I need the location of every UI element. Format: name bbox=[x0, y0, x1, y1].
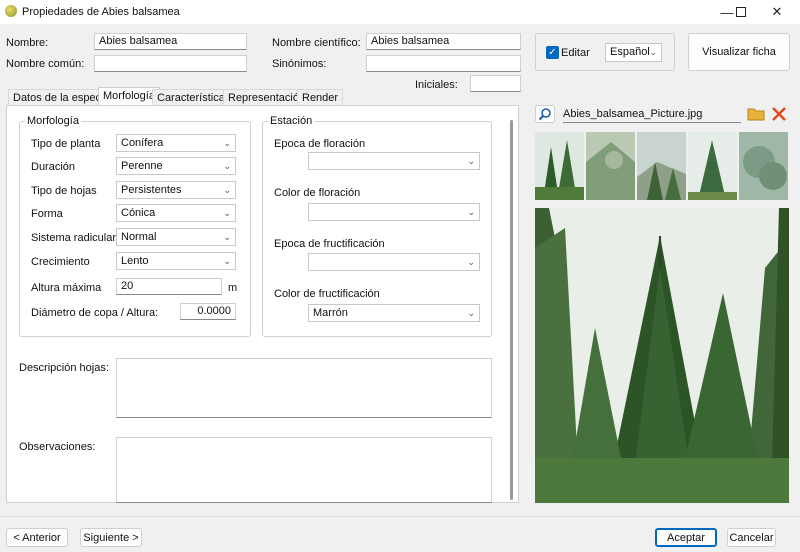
observaciones-label: Observaciones: bbox=[19, 441, 96, 453]
tab-render[interactable]: Render bbox=[297, 89, 344, 105]
chevron-down-icon: ⌄ bbox=[467, 308, 475, 318]
search-icon bbox=[538, 108, 551, 121]
forma-value: Cónica bbox=[121, 207, 156, 219]
forma-select[interactable]: Cónica ⌄ bbox=[116, 204, 236, 222]
diametro-label: Diámetro de copa / Altura: bbox=[31, 307, 159, 319]
delete-picture-button[interactable] bbox=[771, 106, 789, 122]
color-floracion-select[interactable]: ⌄ bbox=[308, 203, 480, 221]
sistema-radicular-value: Normal bbox=[121, 231, 157, 243]
tipo-hojas-value: Persistentes bbox=[121, 184, 182, 196]
chevron-down-icon: ⌄ bbox=[223, 185, 231, 195]
visualizar-ficha-button[interactable]: Visualizar ficha bbox=[688, 33, 790, 71]
tipo-hojas-label: Tipo de hojas bbox=[31, 185, 97, 197]
sinonimos-label: Sinónimos: bbox=[272, 58, 327, 70]
nombre-cientifico-input[interactable]: Abies balsamea bbox=[366, 33, 521, 50]
idioma-value: Español bbox=[610, 46, 650, 58]
editar-checkbox[interactable]: ✓ bbox=[546, 46, 559, 59]
check-icon: ✓ bbox=[548, 47, 557, 58]
crecimiento-value: Lento bbox=[121, 255, 149, 267]
diametro-input[interactable]: 0.0000 bbox=[180, 303, 236, 320]
folder-icon bbox=[747, 108, 765, 121]
tipo-planta-value: Conífera bbox=[121, 137, 164, 149]
duracion-label: Duración bbox=[31, 161, 76, 173]
forma-label: Forma bbox=[31, 208, 63, 220]
close-button[interactable]: ✕ bbox=[760, 0, 794, 24]
picture-filename: Abies_balsamea_Picture.jpg bbox=[563, 108, 741, 123]
color-floracion-label: Color de floración bbox=[274, 187, 361, 199]
app-icon bbox=[5, 5, 17, 17]
maximize-button[interactable] bbox=[724, 0, 758, 24]
thumbnail-2[interactable] bbox=[586, 132, 635, 200]
aceptar-button[interactable]: Aceptar bbox=[655, 528, 717, 547]
chevron-down-icon: ⌄ bbox=[467, 156, 475, 166]
thumbnail-4[interactable] bbox=[688, 132, 737, 200]
tipo-hojas-select[interactable]: Persistentes ⌄ bbox=[116, 181, 236, 199]
descripcion-hojas-label: Descripción hojas: bbox=[19, 362, 109, 374]
chevron-down-icon: ⌄ bbox=[223, 208, 231, 218]
duracion-value: Perenne bbox=[121, 160, 163, 172]
nombre-comun-label: Nombre común: bbox=[6, 58, 85, 70]
siguiente-button[interactable]: Siguiente > bbox=[80, 528, 142, 547]
sistema-radicular-label: Sistema radicular bbox=[31, 232, 116, 244]
open-folder-button[interactable] bbox=[747, 106, 765, 122]
morfologia-group-title: Morfología bbox=[25, 115, 81, 127]
altura-unit: m bbox=[228, 282, 238, 294]
nombre-label: Nombre: bbox=[6, 37, 49, 49]
epoca-floracion-select[interactable]: ⌄ bbox=[308, 152, 480, 170]
sinonimos-input[interactable] bbox=[366, 55, 521, 72]
sistema-radicular-select[interactable]: Normal ⌄ bbox=[116, 228, 236, 246]
iniciales-label: Iniciales: bbox=[415, 79, 458, 91]
window-title: Propiedades de Abies balsamea bbox=[22, 6, 180, 18]
close-icon: ✕ bbox=[771, 4, 783, 19]
idioma-select[interactable]: Español ⌄ bbox=[605, 43, 662, 62]
epoca-floracion-label: Epoca de floración bbox=[274, 138, 366, 150]
nombre-comun-input[interactable] bbox=[94, 55, 247, 72]
tipo-planta-label: Tipo de planta bbox=[31, 138, 101, 150]
chevron-down-icon: ⌄ bbox=[223, 232, 231, 242]
iniciales-input[interactable] bbox=[470, 75, 521, 92]
altura-maxima-input[interactable]: 20 bbox=[116, 278, 222, 295]
epoca-fructificacion-label: Epoca de fructificación bbox=[274, 238, 385, 250]
species-picture bbox=[535, 208, 789, 503]
panel-scrollbar[interactable] bbox=[510, 120, 513, 500]
editar-label: Editar bbox=[561, 47, 590, 59]
chevron-down-icon: ⌄ bbox=[467, 257, 475, 267]
chevron-down-icon: ⌄ bbox=[649, 47, 657, 57]
thumbnail-3[interactable] bbox=[637, 132, 686, 200]
color-fructificacion-select[interactable]: Marrón ⌄ bbox=[308, 304, 480, 322]
tipo-planta-select[interactable]: Conífera ⌄ bbox=[116, 134, 236, 152]
search-picture-button[interactable] bbox=[535, 105, 555, 123]
chevron-down-icon: ⌄ bbox=[467, 207, 475, 217]
crecimiento-select[interactable]: Lento ⌄ bbox=[116, 252, 236, 270]
observaciones-textarea[interactable] bbox=[116, 437, 492, 503]
cancelar-button[interactable]: Cancelar bbox=[727, 528, 776, 547]
altura-maxima-label: Altura máxima bbox=[31, 282, 102, 294]
delete-icon bbox=[772, 107, 786, 121]
tab-morfologia[interactable]: Morfología bbox=[98, 87, 160, 106]
crecimiento-label: Crecimiento bbox=[31, 256, 90, 268]
epoca-fructificacion-select[interactable]: ⌄ bbox=[308, 253, 480, 271]
duracion-select[interactable]: Perenne ⌄ bbox=[116, 157, 236, 175]
chevron-down-icon: ⌄ bbox=[223, 138, 231, 148]
anterior-button[interactable]: < Anterior bbox=[6, 528, 68, 547]
nombre-input[interactable]: Abies balsamea bbox=[94, 33, 247, 50]
descripcion-hojas-textarea[interactable] bbox=[116, 358, 492, 418]
thumbnail-1[interactable] bbox=[535, 132, 584, 200]
color-fructificacion-value: Marrón bbox=[313, 307, 348, 319]
chevron-down-icon: ⌄ bbox=[223, 161, 231, 171]
chevron-down-icon: ⌄ bbox=[223, 256, 231, 266]
color-fructificacion-label: Color de fructificación bbox=[274, 288, 380, 300]
maximize-icon bbox=[736, 7, 746, 17]
nombre-cientifico-label: Nombre científico: bbox=[272, 37, 361, 49]
estacion-group-title: Estación bbox=[268, 115, 315, 127]
thumbnail-5[interactable] bbox=[739, 132, 788, 200]
footer-divider bbox=[0, 516, 800, 517]
